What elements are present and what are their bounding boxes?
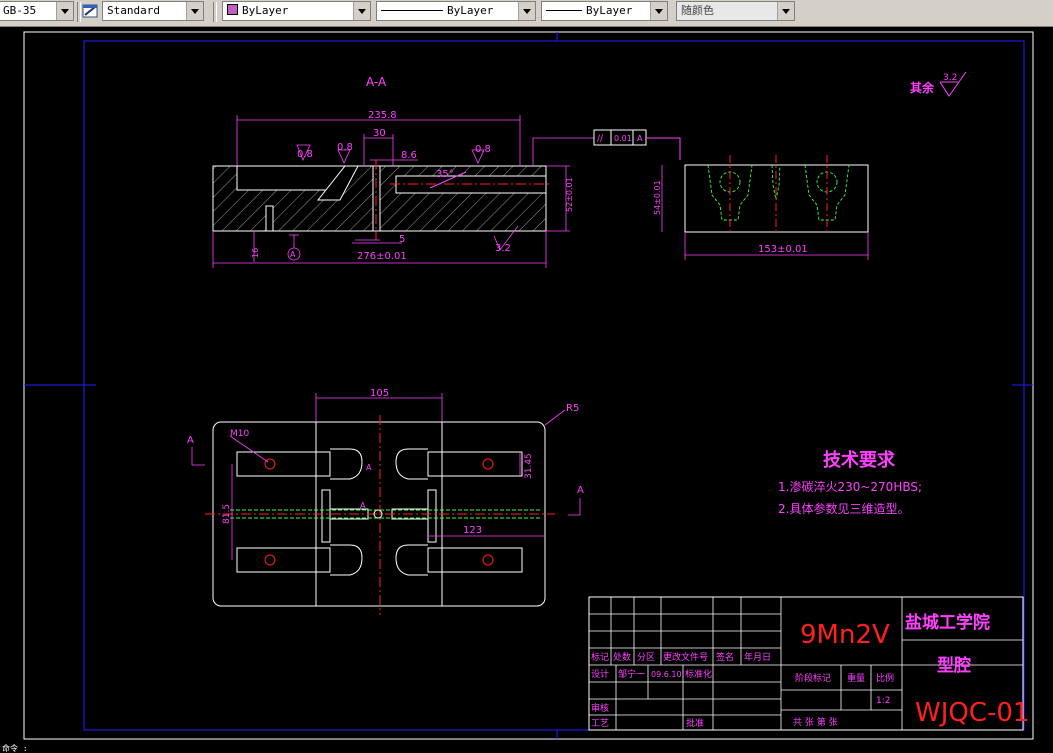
chevron-down-icon[interactable] <box>650 2 667 20</box>
svg-text:R5: R5 <box>566 403 579 414</box>
title-block: 标记 处数 分区 更改文件号 签名 年月日 设计 邹宁一 09.6.10 标准化… <box>588 596 1029 731</box>
svg-text:A: A <box>366 463 372 472</box>
command-line[interactable]: 命令 : <box>0 744 28 753</box>
tech-requirement-2: 2.具体参数见三维造型。 <box>778 501 909 516</box>
svg-text:105: 105 <box>370 388 389 399</box>
chevron-down-icon[interactable] <box>518 2 535 20</box>
drawing-code: WJQC-01 <box>915 698 1029 728</box>
svg-text:审核: 审核 <box>591 702 609 714</box>
svg-text:更改文件号: 更改文件号 <box>663 651 708 663</box>
svg-text:8.6: 8.6 <box>401 150 417 161</box>
tech-requirements-title: 技术要求 <box>823 449 896 471</box>
toolbar-separator <box>213 2 217 22</box>
svg-text:81.5: 81.5 <box>222 504 232 524</box>
dimension-icon <box>82 4 98 18</box>
chevron-down-icon[interactable] <box>353 2 370 20</box>
dimstyle-manager-icon[interactable] <box>81 2 101 22</box>
plotstyle-value: 随颜色 <box>681 4 714 17</box>
side-view: 153±0.01 54±0.01 <box>653 155 869 260</box>
text-style-value: GB-35 <box>3 4 37 17</box>
tech-requirement-1: 1.渗碳淬火230~270HBS; <box>778 479 922 494</box>
svg-text:235.8: 235.8 <box>368 110 397 121</box>
chevron-down-icon[interactable] <box>186 2 203 20</box>
svg-text:276±0.01: 276±0.01 <box>357 251 407 262</box>
chevron-down-icon[interactable] <box>56 2 73 20</box>
svg-text:签名: 签名 <box>716 651 734 663</box>
svg-text://: // <box>597 134 604 144</box>
roughness-note: 其余 <box>910 80 935 95</box>
linetype-value: ByLayer <box>447 4 494 17</box>
section-label: A-A <box>366 75 387 89</box>
svg-text:0.8: 0.8 <box>297 149 313 160</box>
svg-text:30: 30 <box>373 128 386 139</box>
dim-style-value: Standard <box>107 4 160 17</box>
svg-text:M10: M10 <box>230 429 249 439</box>
drawing-canvas[interactable]: A-A 235.8 30 8.6 0.8 0.8 0.8 35° 52±0.01… <box>0 26 1053 744</box>
svg-text:阶段标记: 阶段标记 <box>795 672 831 684</box>
chevron-down-icon[interactable] <box>777 2 794 20</box>
svg-text:52±0.01: 52±0.01 <box>565 177 574 212</box>
svg-text:A: A <box>187 435 194 446</box>
svg-text:邹宁一: 邹宁一 <box>618 668 645 680</box>
svg-text:123: 123 <box>463 525 482 536</box>
svg-text:共 张 第 张: 共 张 第 张 <box>793 716 838 728</box>
svg-text:153±0.01: 153±0.01 <box>758 244 808 255</box>
svg-text:标准化: 标准化 <box>685 668 712 680</box>
part-name: 型腔 <box>937 655 971 676</box>
svg-text:16: 16 <box>251 248 260 258</box>
svg-text:5: 5 <box>399 234 405 245</box>
svg-text:A: A <box>290 250 296 259</box>
dim-style-select[interactable]: Standard <box>102 1 204 21</box>
svg-text:09.6.10: 09.6.10 <box>651 670 682 679</box>
svg-text:1:2: 1:2 <box>876 696 890 706</box>
properties-toolbar: GB-35 Standard ByLayer ByLayer ByLayer 随… <box>0 0 1053 27</box>
svg-text:处数: 处数 <box>613 651 631 663</box>
linetype-preview-icon <box>381 10 443 11</box>
roughness-symbol-icon: 3.2 <box>939 71 967 97</box>
svg-text:标记: 标记 <box>591 651 609 663</box>
svg-text:分区: 分区 <box>637 652 655 663</box>
text-style-select[interactable]: GB-35 <box>0 1 74 21</box>
svg-text:A: A <box>577 485 584 496</box>
svg-text:A: A <box>360 501 366 510</box>
svg-text:年月日: 年月日 <box>744 651 771 663</box>
svg-text:0.8: 0.8 <box>337 142 353 153</box>
color-select[interactable]: ByLayer <box>222 1 371 21</box>
svg-text:工艺: 工艺 <box>591 718 609 729</box>
geometric-tolerance-frame: // 0.01 A <box>593 129 681 160</box>
lineweight-preview-icon <box>546 10 582 11</box>
svg-text:设计: 设计 <box>591 668 609 680</box>
linetype-select[interactable]: ByLayer <box>376 1 536 21</box>
svg-text:0.8: 0.8 <box>475 144 491 155</box>
section-view <box>212 160 552 240</box>
svg-text:0.01: 0.01 <box>614 134 632 143</box>
svg-text:31.45: 31.45 <box>524 453 534 479</box>
svg-text:A: A <box>637 134 643 143</box>
lineweight-select[interactable]: ByLayer <box>541 1 668 21</box>
svg-text:3.2: 3.2 <box>495 243 511 254</box>
color-value: ByLayer <box>242 4 289 17</box>
material-text: 9Mn2V <box>800 620 890 650</box>
plotstyle-select[interactable]: 随颜色 <box>676 1 795 21</box>
svg-text:比例: 比例 <box>876 672 894 684</box>
svg-text:重量: 重量 <box>847 672 865 684</box>
svg-text:3.2: 3.2 <box>943 73 957 83</box>
svg-text:35°: 35° <box>436 169 454 180</box>
lineweight-value: ByLayer <box>586 4 633 17</box>
svg-text:批准: 批准 <box>686 717 704 729</box>
svg-text:54±0.01: 54±0.01 <box>653 180 662 215</box>
color-swatch-icon <box>227 4 238 15</box>
plan-view <box>205 415 555 615</box>
school-name: 盐城工学院 <box>905 612 990 633</box>
